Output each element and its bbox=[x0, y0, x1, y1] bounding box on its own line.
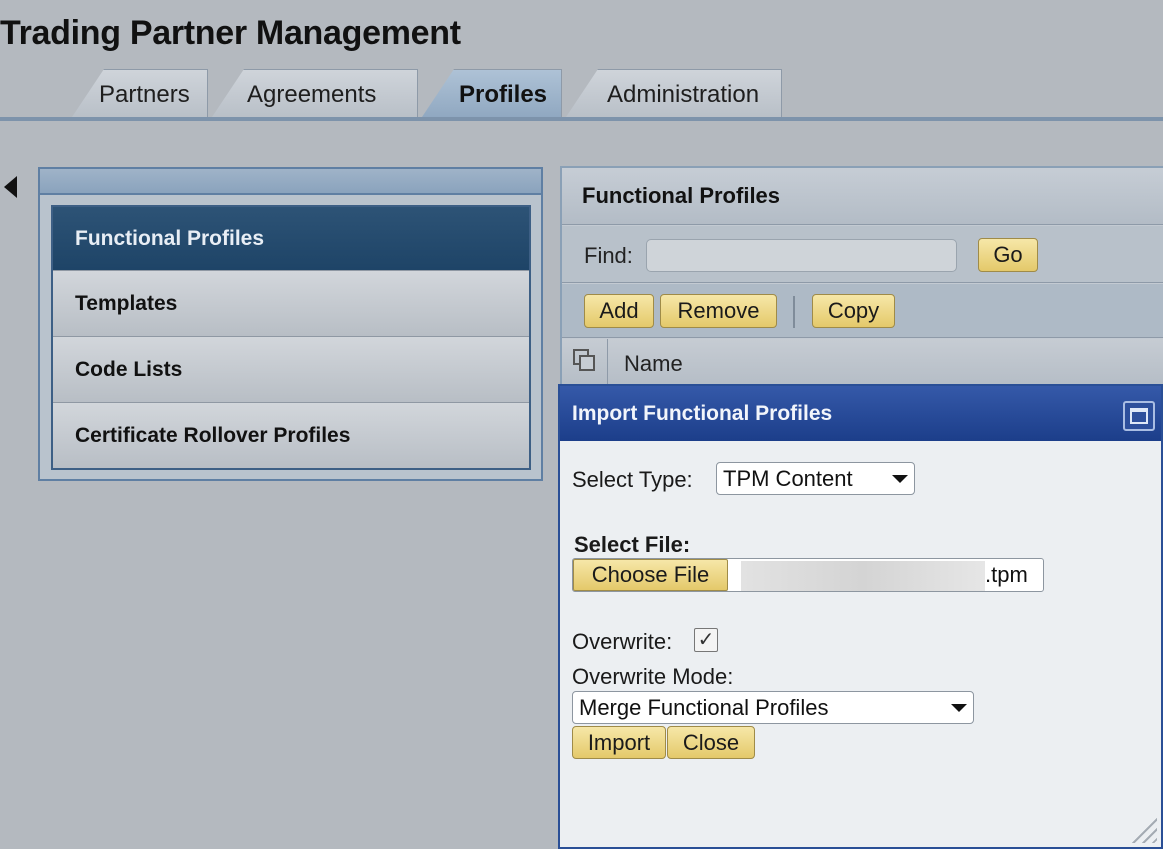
close-button[interactable]: Close bbox=[667, 726, 755, 759]
tab-profiles-label: Profiles bbox=[459, 80, 548, 108]
add-button[interactable]: Add bbox=[584, 294, 654, 328]
copy-button[interactable]: Copy bbox=[812, 294, 895, 328]
import-dialog: Import Functional Profiles Select Type: … bbox=[558, 384, 1163, 849]
tab-profiles[interactable]: Profiles bbox=[420, 69, 562, 120]
import-button[interactable]: Import bbox=[572, 726, 666, 759]
nav-panel: Functional Profiles Templates Code Lists… bbox=[38, 167, 543, 481]
tab-partners-label: Partners bbox=[99, 80, 190, 108]
tab-agreements[interactable]: Agreements bbox=[210, 69, 418, 120]
chevron-down-icon bbox=[951, 704, 967, 712]
nav-panel-header bbox=[40, 169, 541, 195]
toolbar-separator bbox=[793, 296, 795, 328]
select-type-dropdown[interactable]: TPM Content bbox=[716, 462, 915, 495]
nav-list: Functional Profiles Templates Code Lists… bbox=[51, 205, 531, 470]
nav-item-code-lists[interactable]: Code Lists bbox=[53, 337, 529, 403]
column-header-name[interactable]: Name bbox=[624, 351, 683, 377]
chevron-down-icon bbox=[892, 475, 908, 483]
overwrite-mode-value: Merge Functional Profiles bbox=[579, 694, 829, 720]
nav-item-functional-profiles[interactable]: Functional Profiles bbox=[53, 207, 529, 271]
file-name-redacted bbox=[741, 561, 985, 591]
tab-administration[interactable]: Administration bbox=[564, 69, 782, 120]
overwrite-label: Overwrite: bbox=[572, 629, 673, 654]
tab-bar: Trading Partner Management Partners Agre… bbox=[0, 0, 1163, 127]
overwrite-checkbox[interactable]: ✓ bbox=[694, 628, 718, 652]
select-all-icon[interactable] bbox=[562, 339, 608, 387]
nav-item-label: Code Lists bbox=[75, 357, 183, 381]
nav-item-label: Certificate Rollover Profiles bbox=[75, 423, 351, 447]
nav-item-templates[interactable]: Templates bbox=[53, 271, 529, 337]
resize-grip-icon[interactable] bbox=[1131, 817, 1157, 843]
tab-bar-underline bbox=[0, 117, 1163, 121]
find-bar: Find: Go bbox=[562, 226, 1163, 283]
collapse-left-icon[interactable] bbox=[4, 176, 17, 198]
overwrite-mode-label: Overwrite Mode: bbox=[572, 664, 734, 689]
nav-item-label: Functional Profiles bbox=[75, 226, 265, 250]
maximize-icon[interactable] bbox=[1123, 401, 1155, 431]
go-button[interactable]: Go bbox=[978, 238, 1038, 272]
find-label: Find: bbox=[584, 243, 633, 268]
dialog-titlebar[interactable]: Import Functional Profiles bbox=[560, 386, 1161, 441]
dialog-title: Import Functional Profiles bbox=[572, 401, 833, 425]
nav-item-label: Templates bbox=[75, 291, 178, 315]
select-type-label: Select Type: bbox=[572, 467, 693, 492]
panel-title: Functional Profiles bbox=[562, 168, 1163, 225]
file-name-suffix: .tpm bbox=[985, 562, 1028, 587]
file-input[interactable]: Choose File .tpm bbox=[572, 558, 1044, 592]
select-type-value: TPM Content bbox=[723, 465, 853, 491]
find-input[interactable] bbox=[646, 239, 957, 272]
nav-item-certificate-rollover-profiles[interactable]: Certificate Rollover Profiles bbox=[53, 403, 529, 468]
tab-agreements-label: Agreements bbox=[247, 80, 377, 108]
remove-button[interactable]: Remove bbox=[660, 294, 777, 328]
tab-partners[interactable]: Partners bbox=[70, 69, 208, 120]
toolbar: Add Remove Copy bbox=[562, 284, 1163, 338]
tab-administration-label: Administration bbox=[607, 80, 760, 108]
overwrite-mode-dropdown[interactable]: Merge Functional Profiles bbox=[572, 691, 974, 724]
table-header: Name bbox=[562, 339, 1163, 387]
select-file-label: Select File: bbox=[574, 532, 691, 557]
app-title: Trading Partner Management bbox=[0, 14, 461, 52]
choose-file-button[interactable]: Choose File bbox=[573, 559, 728, 591]
